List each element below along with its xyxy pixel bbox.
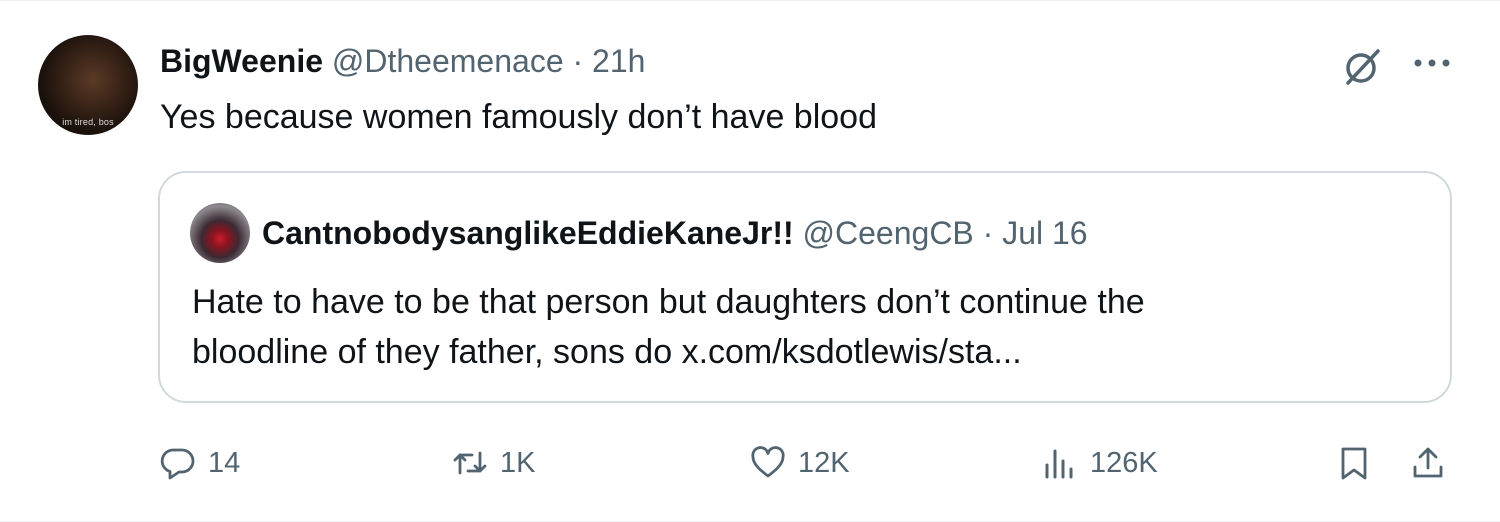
quoted-author-name: CantnobodysanglikeEddieKaneJr!!: [262, 215, 794, 251]
quoted-author-avatar: [190, 203, 250, 263]
tweet-timestamp[interactable]: 21h: [592, 43, 645, 79]
quoted-text-line-1: Hate to have to be that person but daugh…: [192, 283, 1145, 321]
reply-count: 14: [208, 446, 241, 479]
bookmark-icon: [1341, 447, 1367, 480]
share-button[interactable]: [1410, 439, 1446, 487]
views-button[interactable]: 126K: [1042, 439, 1158, 487]
views-count: 126K: [1090, 446, 1158, 479]
author-handle[interactable]: @Dtheemenace: [332, 43, 564, 79]
repost-count: 1K: [500, 446, 536, 479]
action-bar: 14 1K 12K 126K: [0, 439, 1500, 489]
like-button[interactable]: 12K: [750, 439, 850, 487]
tweet-header: BigWeenie @Dtheemenace · 21h: [160, 41, 645, 81]
quoted-tweet-text: Hate to have to be that person but daugh…: [192, 277, 1412, 377]
quoted-tweet[interactable]: CantnobodysanglikeEddieKaneJr!! @CeengCB…: [158, 171, 1452, 403]
quoted-text-line-2: bloodline of they father, sons do x.com/…: [192, 333, 1022, 371]
grok-icon[interactable]: [1340, 45, 1384, 89]
quoted-tweet-header: CantnobodysanglikeEddieKaneJr!! @CeengCB…: [262, 213, 1088, 253]
like-count: 12K: [798, 446, 850, 479]
repost-icon: [453, 451, 487, 475]
quoted-tweet-timestamp: Jul 16: [1002, 215, 1088, 251]
bookmark-button[interactable]: [1336, 439, 1372, 487]
repost-button[interactable]: 1K: [452, 439, 535, 487]
author-name[interactable]: BigWeenie: [160, 43, 323, 79]
quoted-author-handle: @CeengCB: [802, 215, 974, 251]
reply-button[interactable]: 14: [160, 439, 240, 487]
header-separator: ·: [572, 43, 584, 79]
like-icon: [751, 446, 785, 478]
quoted-header-separator: ·: [982, 215, 994, 251]
views-icon: [1045, 449, 1073, 479]
avatar-caption: im tired, bos: [62, 117, 114, 127]
author-avatar[interactable]: im tired, bos: [38, 35, 138, 135]
tweet: im tired, bos BigWeenie @Dtheemenace · 2…: [0, 0, 1500, 522]
tweet-text: Yes because women famously don’t have bl…: [160, 98, 877, 136]
more-icon[interactable]: [1408, 45, 1456, 81]
share-icon: [1413, 447, 1443, 478]
reply-icon: [160, 448, 195, 480]
